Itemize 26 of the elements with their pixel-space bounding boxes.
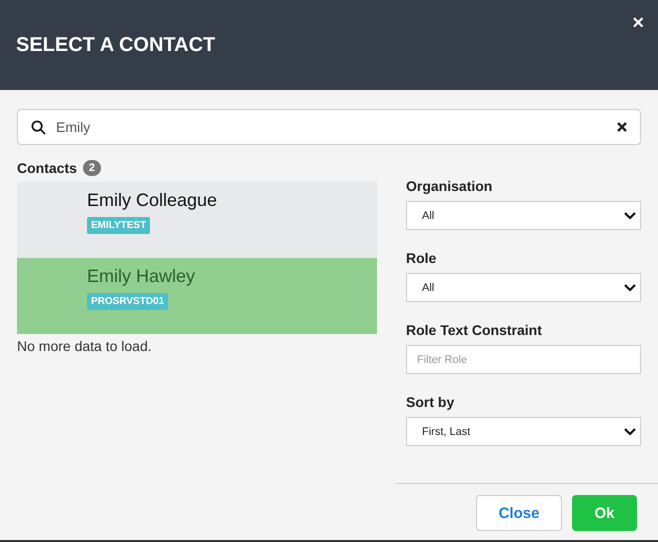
chevron-icon [624, 212, 636, 220]
contact-name: Emily Hawley [87, 266, 196, 287]
contact-row[interactable]: Emily Hawley PROSRVSTD01 [17, 258, 377, 334]
filter-select[interactable]: All [406, 201, 641, 230]
filter-select[interactable]: First, Last [406, 417, 641, 446]
filter-input[interactable]: Filter Role [406, 345, 641, 374]
chevron-icon [624, 428, 636, 436]
filter-label: Organisation [406, 178, 494, 194]
contact-tag: PROSRVSTD01 [87, 293, 168, 310]
close-button[interactable]: Close [476, 495, 562, 531]
search-icon [31, 120, 46, 135]
contact-row[interactable]: Emily Colleague EMILYTEST [17, 182, 377, 258]
clear-icon[interactable] [617, 122, 627, 132]
filter-label: Role Text Constraint [406, 322, 543, 338]
filter-label: Role [406, 250, 438, 266]
filter-select[interactable]: All [406, 273, 641, 302]
filter-label: Sort by [406, 394, 456, 410]
contact-tag: EMILYTEST [87, 217, 150, 234]
close-button[interactable]: × [632, 13, 644, 33]
search-field[interactable]: Emily [17, 109, 641, 145]
contacts-label: Contacts [17, 160, 77, 176]
status-message: No more data to load. [17, 338, 153, 354]
chevron-icon [624, 284, 636, 292]
count-badge: 2 [82, 160, 102, 176]
dialog-title: SELECT A CONTACT [16, 34, 216, 56]
contact-name: Emily Colleague [87, 190, 218, 211]
